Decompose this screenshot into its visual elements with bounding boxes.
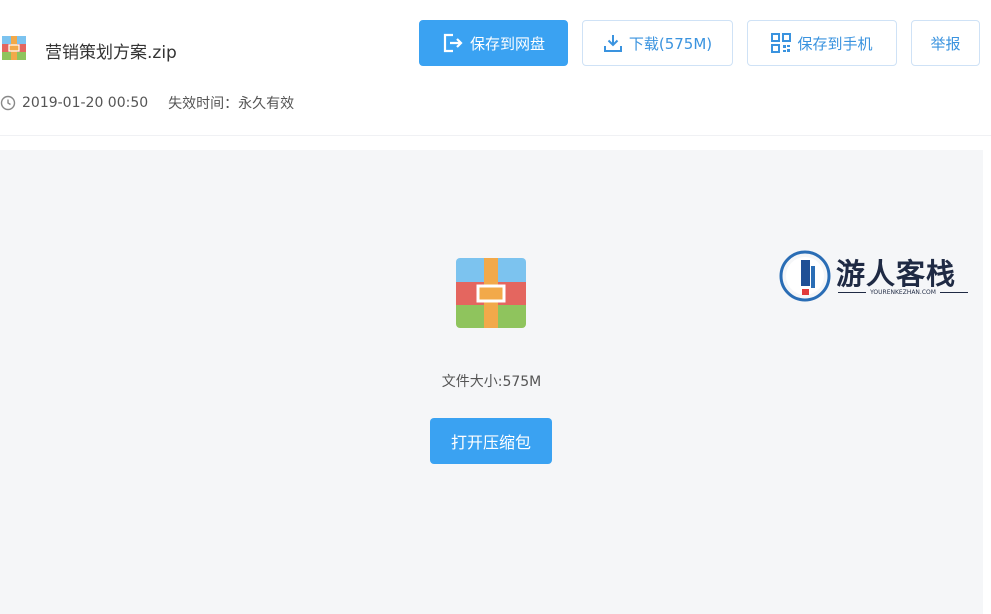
zip-file-icon: [2, 36, 26, 60]
download-icon: [603, 35, 622, 52]
file-name: 营销策划方案.zip: [45, 43, 177, 63]
watermark-subtitle-text: YOURENKEZHAN.COM: [870, 289, 936, 296]
save-to-phone-button[interactable]: 保存到手机: [747, 20, 897, 66]
expire-info: 失效时间：永久有效: [168, 96, 295, 112]
upload-date: 2019-01-20 00:50: [22, 95, 149, 111]
open-archive-button[interactable]: 打开压缩包: [430, 418, 552, 464]
save-to-cloud-button[interactable]: 保存到网盘: [419, 20, 568, 66]
watermark: 游人客栈 YOURENKEZHAN.COM: [778, 247, 978, 307]
report-button[interactable]: 举报: [911, 20, 980, 66]
qr-code-icon: [771, 33, 792, 53]
report-label: 举报: [930, 34, 961, 53]
file-header: 营销策划方案.zip 2019-01-20 00:50 失效时间：永久有效 保存…: [0, 0, 991, 136]
file-preview: 文件大小:575M 打开压缩包 游人客栈 YOURENKEZHAN.COM: [0, 150, 983, 614]
watermark-subtitle: YOURENKEZHAN.COM: [838, 289, 968, 296]
file-meta: 2019-01-20 00:50 失效时间：永久有效: [0, 93, 294, 113]
download-label: 下载(575M): [628, 34, 713, 53]
download-button[interactable]: 下载(575M): [582, 20, 733, 66]
file-size-text: 文件大小:575M: [441, 374, 542, 390]
save-cloud-icon: [443, 33, 463, 53]
zip-archive-icon: [456, 258, 526, 328]
watermark-title: 游人客栈: [836, 257, 957, 291]
watermark-logo-icon: [779, 250, 831, 302]
clock-icon: [0, 95, 16, 111]
save-to-phone-label: 保存到手机: [797, 34, 873, 53]
save-to-cloud-label: 保存到网盘: [469, 34, 545, 53]
